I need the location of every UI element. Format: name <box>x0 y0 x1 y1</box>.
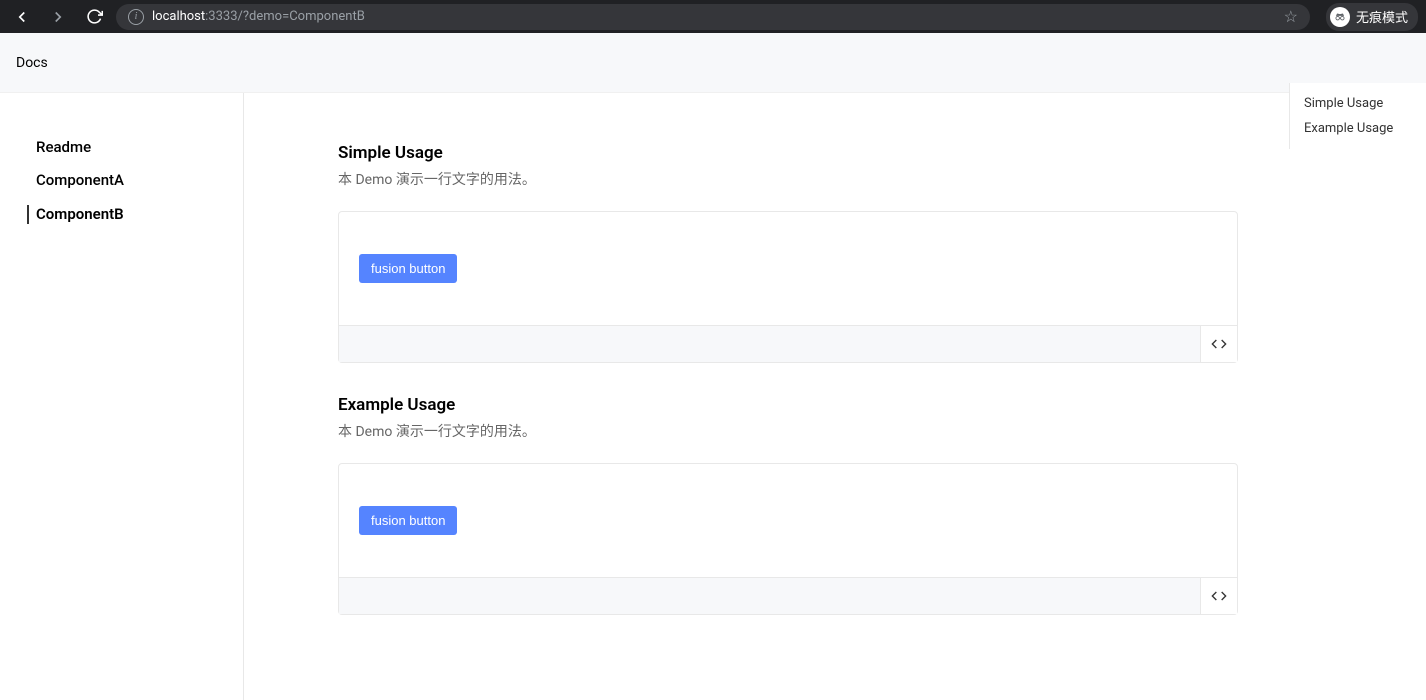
code-toggle-button[interactable] <box>1200 578 1237 614</box>
code-icon <box>1211 588 1227 604</box>
main-content: Simple Usage 本 Demo 演示一行文字的用法。 fusion bu… <box>244 93 1426 700</box>
demo-footer <box>339 325 1237 362</box>
demo-title: Example Usage <box>338 395 1238 415</box>
address-bar[interactable]: i localhost:3333/?demo=ComponentB ☆ <box>116 4 1310 30</box>
demo-description: 本 Demo 演示一行文字的用法。 <box>338 169 1238 189</box>
code-toggle-button[interactable] <box>1200 326 1237 362</box>
demo-footer <box>339 577 1237 614</box>
incognito-badge[interactable]: 无痕模式 <box>1326 3 1418 31</box>
table-of-contents: Simple Usage Example Usage <box>1289 83 1426 149</box>
fusion-button[interactable]: fusion button <box>359 254 457 283</box>
sidebar: Readme ComponentA ComponentB <box>0 93 244 700</box>
toc-item-simple-usage[interactable]: Simple Usage <box>1290 91 1426 116</box>
incognito-label: 无痕模式 <box>1356 7 1408 26</box>
demo-section-simple-usage: Simple Usage 本 Demo 演示一行文字的用法。 fusion bu… <box>338 143 1238 363</box>
demo-title: Simple Usage <box>338 143 1238 163</box>
site-info-icon[interactable]: i <box>128 9 144 25</box>
sidebar-item-readme[interactable]: Readme <box>0 131 243 164</box>
fusion-button[interactable]: fusion button <box>359 506 457 535</box>
sidebar-item-componentb[interactable]: ComponentB <box>0 198 243 231</box>
reload-button[interactable] <box>80 3 108 31</box>
demo-preview: fusion button <box>339 464 1237 577</box>
forward-button[interactable] <box>44 3 72 31</box>
url-text: localhost:3333/?demo=ComponentB <box>152 9 365 24</box>
browser-toolbar: i localhost:3333/?demo=ComponentB ☆ 无痕模式 <box>0 0 1426 33</box>
bookmark-star-icon[interactable]: ☆ <box>1284 7 1298 26</box>
app-header: Docs <box>0 33 1426 93</box>
demo-section-example-usage: Example Usage 本 Demo 演示一行文字的用法。 fusion b… <box>338 395 1238 615</box>
toc-item-example-usage[interactable]: Example Usage <box>1290 116 1426 141</box>
app-title: Docs <box>16 55 48 71</box>
back-button[interactable] <box>8 3 36 31</box>
demo-preview: fusion button <box>339 212 1237 325</box>
sidebar-item-componenta[interactable]: ComponentA <box>0 164 243 197</box>
demo-box: fusion button <box>338 211 1238 363</box>
code-icon <box>1211 336 1227 352</box>
demo-description: 本 Demo 演示一行文字的用法。 <box>338 421 1238 441</box>
demo-box: fusion button <box>338 463 1238 615</box>
incognito-icon <box>1330 7 1350 27</box>
